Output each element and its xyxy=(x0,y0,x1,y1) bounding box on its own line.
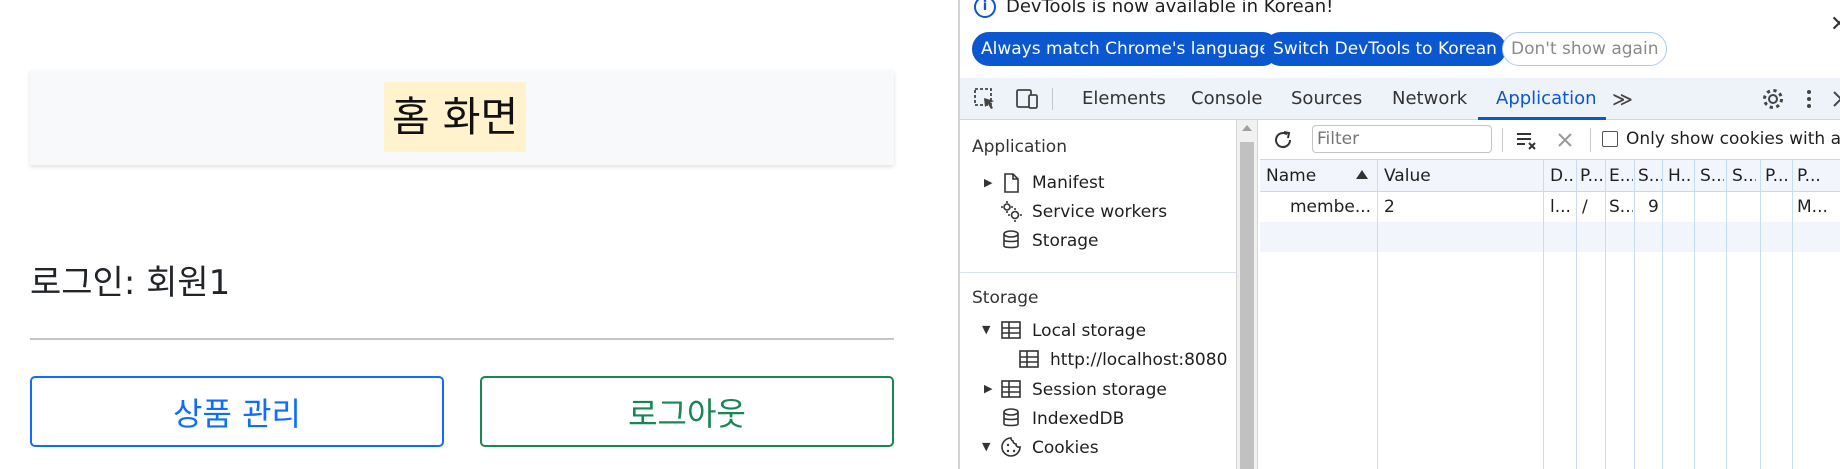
page-title: 홈 화면 xyxy=(384,82,527,152)
scrollbar-thumb[interactable] xyxy=(1240,142,1254,469)
cell-size[interactable]: 9 xyxy=(1648,192,1662,222)
cell-value[interactable]: 2 xyxy=(1384,192,1534,222)
info-icon: i xyxy=(974,0,996,18)
cell-path[interactable]: / xyxy=(1582,192,1602,222)
switch-to-korean-button[interactable]: Switch DevTools to Korean xyxy=(1264,32,1506,66)
language-infobar: i DevTools is now available in Korean! ✕… xyxy=(960,0,1840,78)
devtools-panel: i DevTools is now available in Korean! ✕… xyxy=(958,0,1840,469)
table-icon xyxy=(1001,380,1021,398)
column-header-secure[interactable]: S... xyxy=(1700,160,1724,192)
delete-selected-icon[interactable] xyxy=(1554,129,1576,151)
column-header-value[interactable]: Value xyxy=(1384,160,1534,192)
column-header-size[interactable]: S... xyxy=(1638,160,1662,192)
column-header-priority[interactable]: P... xyxy=(1797,160,1840,192)
sidebar-item-local-storage[interactable]: Local storage xyxy=(1032,320,1146,342)
gear-icon[interactable] xyxy=(1760,86,1786,112)
clear-all-icon[interactable] xyxy=(1514,127,1540,153)
database-icon xyxy=(1003,230,1019,249)
toolbar-separator xyxy=(1590,128,1591,152)
sidebar-scrollbar[interactable] xyxy=(1236,120,1258,469)
only-show-issues-label: Only show cookies with a... xyxy=(1626,129,1840,149)
web-page: 홈 화면 로그인: 회원1 상품 관리 로그아웃 xyxy=(0,0,958,469)
always-match-language-button[interactable]: Always match Chrome's language xyxy=(972,32,1279,66)
database-icon xyxy=(1003,408,1019,427)
cookie-icon xyxy=(1001,437,1021,457)
close-icon[interactable]: ✕ xyxy=(1830,12,1840,37)
table-icon xyxy=(1001,321,1021,339)
cell-name[interactable]: membe... xyxy=(1290,192,1374,222)
table-row-empty xyxy=(1260,222,1840,252)
column-header-samesite[interactable]: S... xyxy=(1732,160,1756,192)
refresh-icon[interactable] xyxy=(1270,127,1296,153)
column-header-domain[interactable]: D... xyxy=(1550,160,1574,192)
tab-console[interactable]: Console xyxy=(1191,78,1262,120)
sidebar-item-cookies[interactable]: Cookies xyxy=(1032,437,1099,459)
column-divider xyxy=(1377,160,1378,469)
cell-priority[interactable]: M... xyxy=(1797,192,1840,222)
gears-icon xyxy=(1001,201,1022,222)
sidebar-item-service-workers[interactable]: Service workers xyxy=(1032,201,1167,223)
file-icon xyxy=(1004,173,1019,193)
column-divider xyxy=(1634,160,1635,469)
toolbar-separator xyxy=(1052,88,1053,110)
login-status: 로그인: 회원1 xyxy=(30,263,231,303)
table-icon xyxy=(1019,350,1039,368)
only-show-issues-checkbox[interactable] xyxy=(1602,131,1618,147)
sidebar-item-session-storage[interactable]: Session storage xyxy=(1032,379,1167,401)
logout-button[interactable]: 로그아웃 xyxy=(480,376,894,447)
inspect-element-icon[interactable] xyxy=(972,86,998,112)
application-heading: Application xyxy=(972,137,1067,157)
close-devtools-icon[interactable] xyxy=(1828,86,1840,112)
column-header-partition-key[interactable]: P... xyxy=(1765,160,1789,192)
product-management-button[interactable]: 상품 관리 xyxy=(30,376,444,447)
expand-arrow-icon[interactable]: ▶ xyxy=(984,172,992,194)
collapse-arrow-icon[interactable]: ▼ xyxy=(982,319,990,341)
expand-arrow-icon[interactable]: ▶ xyxy=(984,378,992,400)
tab-elements[interactable]: Elements xyxy=(1082,78,1166,120)
column-divider xyxy=(1792,160,1793,469)
scroll-up-arrow-icon[interactable] xyxy=(1242,125,1252,131)
sort-ascending-icon[interactable] xyxy=(1356,170,1368,179)
application-sidebar: Application ▶ Manifest Service workers S… xyxy=(960,120,1236,469)
column-divider xyxy=(1605,160,1606,469)
column-divider xyxy=(1543,160,1544,469)
cell-domain[interactable]: l... xyxy=(1550,192,1574,222)
sidebar-item-manifest[interactable]: Manifest xyxy=(1032,172,1105,194)
column-divider xyxy=(1726,160,1727,469)
more-tabs-icon[interactable]: ≫ xyxy=(1612,78,1633,120)
collapse-arrow-icon[interactable]: ▼ xyxy=(982,436,990,458)
tab-network[interactable]: Network xyxy=(1392,78,1467,120)
dont-show-again-button[interactable]: Don't show again xyxy=(1502,32,1668,66)
cookies-toolbar: Only show cookies with a... xyxy=(1260,120,1840,160)
column-divider xyxy=(1694,160,1695,469)
divider xyxy=(30,338,894,340)
tab-application[interactable]: Application xyxy=(1496,78,1597,120)
sidebar-item-localhost[interactable]: http://localhost:8080 xyxy=(1050,349,1227,371)
devtools-tabbar: Elements Console Sources Network Applica… xyxy=(960,78,1840,120)
sidebar-divider xyxy=(960,272,1236,273)
cell-expires[interactable]: S... xyxy=(1609,192,1633,222)
column-header-name[interactable]: Name xyxy=(1266,160,1356,192)
storage-heading: Storage xyxy=(972,288,1039,308)
column-header-path[interactable]: P... xyxy=(1580,160,1604,192)
column-divider xyxy=(1662,160,1663,469)
toolbar-separator xyxy=(1502,128,1503,152)
device-toolbar-icon[interactable] xyxy=(1014,86,1040,112)
tab-sources[interactable]: Sources xyxy=(1291,78,1362,120)
column-divider xyxy=(1576,160,1577,469)
cookie-table: Name Value D... P... E... S... H... S...… xyxy=(1260,160,1840,469)
infobar-message: DevTools is now available in Korean! xyxy=(1006,0,1334,17)
column-divider xyxy=(1760,160,1761,469)
sidebar-item-indexeddb[interactable]: IndexedDB xyxy=(1032,408,1124,430)
kebab-menu-icon[interactable] xyxy=(1796,86,1822,112)
column-header-httponly[interactable]: H... xyxy=(1668,160,1692,192)
sidebar-item-storage[interactable]: Storage xyxy=(1032,230,1099,252)
column-header-expires[interactable]: E... xyxy=(1609,160,1633,192)
filter-input[interactable] xyxy=(1312,125,1492,153)
